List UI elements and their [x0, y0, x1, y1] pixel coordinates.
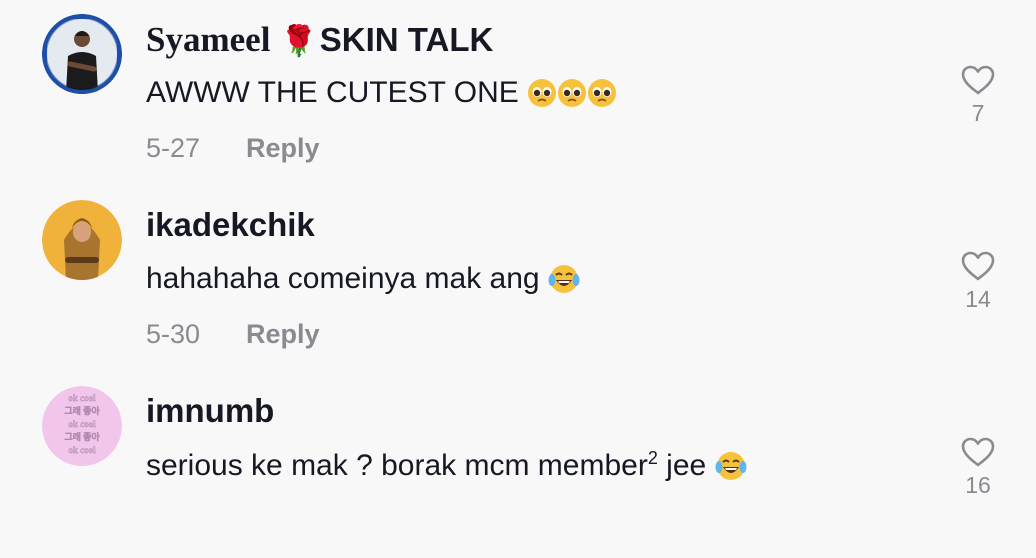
username-suffix: SKIN TALK: [319, 21, 494, 58]
avatar-text-line: ok cool: [68, 419, 96, 429]
avatar-text-line: ok cool: [68, 393, 96, 403]
comment-item: ikadekchik hahahaha comeinya mak ang 5-3…: [0, 186, 1036, 372]
avatar-text-image: ok cool 그래 좋아 ok cool 그래 좋아 ok cool: [42, 386, 122, 466]
comment-text: hahahaha comeinya mak ang: [146, 262, 580, 302]
avatar[interactable]: [42, 14, 122, 94]
avatar-text-line: ok cool: [68, 445, 96, 455]
username[interactable]: Syameel 🌹SKIN TALK: [146, 20, 493, 60]
avatar-person-image: [42, 14, 122, 94]
comment-text-tail: jee: [657, 449, 707, 482]
comment-meta: 5-27 Reply: [146, 133, 320, 164]
reply-button[interactable]: Reply: [246, 319, 320, 349]
comment-date: 5-30: [146, 319, 201, 349]
reply-button[interactable]: Reply: [246, 133, 320, 163]
avatar[interactable]: [42, 200, 122, 280]
like-control[interactable]: 7: [957, 64, 999, 127]
heart-icon[interactable]: [960, 436, 996, 468]
rose-icon: 🌹: [280, 25, 318, 58]
avatar-text-line: 그래 좋아: [64, 405, 100, 416]
comment-text-body: AWWW THE CUTEST ONE: [146, 76, 519, 109]
pleading-face-icon: [587, 78, 617, 116]
username[interactable]: ikadekchik: [146, 206, 315, 244]
laughing-tears-icon: [548, 264, 580, 302]
username[interactable]: imnumb: [146, 392, 274, 430]
laughing-tears-icon: [715, 451, 747, 489]
like-control[interactable]: 14: [957, 250, 999, 313]
avatar-text-line: 그래 좋아: [64, 431, 100, 442]
avatar-person-image: [42, 200, 122, 280]
comment-text-body: serious ke mak ? borak mcm member: [146, 449, 648, 482]
comment-date: 5-27: [146, 133, 201, 163]
comment-item: ok cool 그래 좋아 ok cool 그래 좋아 ok cool imnu…: [0, 372, 1036, 558]
like-count: 14: [965, 286, 991, 312]
superscript: 2: [647, 448, 658, 468]
comment-text: serious ke mak ? borak mcm member2 jee: [146, 448, 747, 489]
heart-icon[interactable]: [960, 250, 996, 282]
username-prefix: Syameel: [146, 20, 271, 59]
pleading-face-icon: [557, 78, 587, 116]
heart-icon[interactable]: [960, 64, 996, 96]
like-control[interactable]: 16: [957, 436, 999, 499]
comment-text: AWWW THE CUTEST ONE: [146, 76, 617, 116]
avatar[interactable]: ok cool 그래 좋아 ok cool 그래 좋아 ok cool: [42, 386, 122, 466]
like-count: 7: [971, 100, 985, 126]
comment-text-body: hahahaha comeinya mak ang: [146, 262, 540, 295]
comment-meta: 5-30 Reply: [146, 319, 320, 350]
pleading-face-icon: [527, 78, 557, 116]
like-count: 16: [965, 472, 991, 498]
comment-item: Syameel 🌹SKIN TALK AWWW THE CUTEST ONE 5-…: [0, 0, 1036, 186]
